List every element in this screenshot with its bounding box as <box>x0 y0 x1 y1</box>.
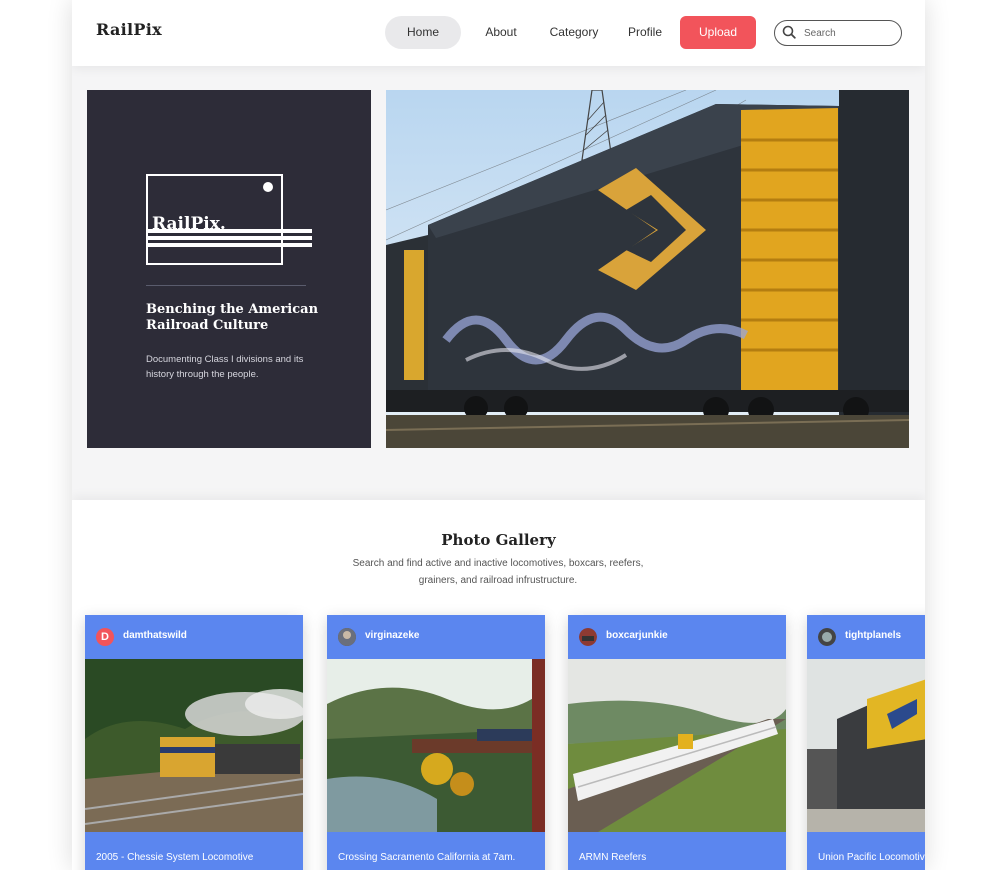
hero-divider <box>146 285 306 286</box>
card-header: boxcarjunkie <box>568 615 786 659</box>
search-icon <box>782 25 796 39</box>
gallery-card[interactable]: virginazeke Crossing Sacramento Californ… <box>327 615 545 870</box>
search-box[interactable] <box>774 20 902 46</box>
nav-home[interactable]: Home <box>385 16 461 49</box>
card-photo[interactable] <box>327 659 545 832</box>
card-photo[interactable] <box>807 659 925 832</box>
photo-gallery-section: Photo Gallery Search and find active and… <box>72 500 925 870</box>
gallery-card[interactable]: D damthatswild 2005 - Chessie System Loc… <box>85 615 303 870</box>
card-photo[interactable] <box>85 659 303 832</box>
gallery-subtitle: Search and find active and inactive loco… <box>352 558 644 586</box>
card-header: virginazeke <box>327 615 545 659</box>
card-photo[interactable] <box>568 659 786 832</box>
avatar[interactable] <box>818 628 836 646</box>
upload-button[interactable]: Upload <box>680 16 756 49</box>
card-caption: Union Pacific Locomotive <box>818 852 925 863</box>
card-header: tightplanels <box>807 615 925 659</box>
card-caption: 2005 - Chessie System Locomotive <box>96 852 254 863</box>
nav-profile[interactable]: Profile <box>623 16 667 49</box>
hero-title: Benching the American Railroad Culture <box>146 302 319 333</box>
avatar[interactable]: D <box>96 628 114 646</box>
top-navbar: RailPix Home About Category Profile Uplo… <box>72 0 925 66</box>
card-username[interactable]: damthatswild <box>123 630 187 641</box>
gallery-title: Photo Gallery <box>441 531 556 549</box>
card-caption: Crossing Sacramento California at 7am. <box>338 852 516 863</box>
nav-category[interactable]: Category <box>545 16 603 49</box>
hero-boxcar-photo <box>386 90 909 448</box>
card-username[interactable]: virginazeke <box>365 630 419 641</box>
nav-about[interactable]: About <box>481 16 521 49</box>
gallery-card[interactable]: tightplanels Union Pacific Locomotive <box>807 615 925 870</box>
card-username[interactable]: tightplanels <box>845 630 901 641</box>
gallery-card[interactable]: boxcarjunkie ARMN Reefers <box>568 615 786 870</box>
site-logo[interactable]: RailPix <box>96 20 162 39</box>
hero-card: RailPix. Benching the American Railroad … <box>87 90 371 448</box>
avatar[interactable] <box>579 628 597 646</box>
card-username[interactable]: boxcarjunkie <box>606 630 668 641</box>
search-input[interactable] <box>802 24 898 42</box>
avatar[interactable] <box>338 628 356 646</box>
card-caption: ARMN Reefers <box>579 852 647 863</box>
page-frame: RailPix Home About Category Profile Uplo… <box>72 0 925 870</box>
card-header: D damthatswild <box>85 615 303 659</box>
railpix-brand-logo: RailPix. <box>146 174 312 265</box>
hero-subtitle: Documenting Class I divisions and its hi… <box>146 354 304 380</box>
